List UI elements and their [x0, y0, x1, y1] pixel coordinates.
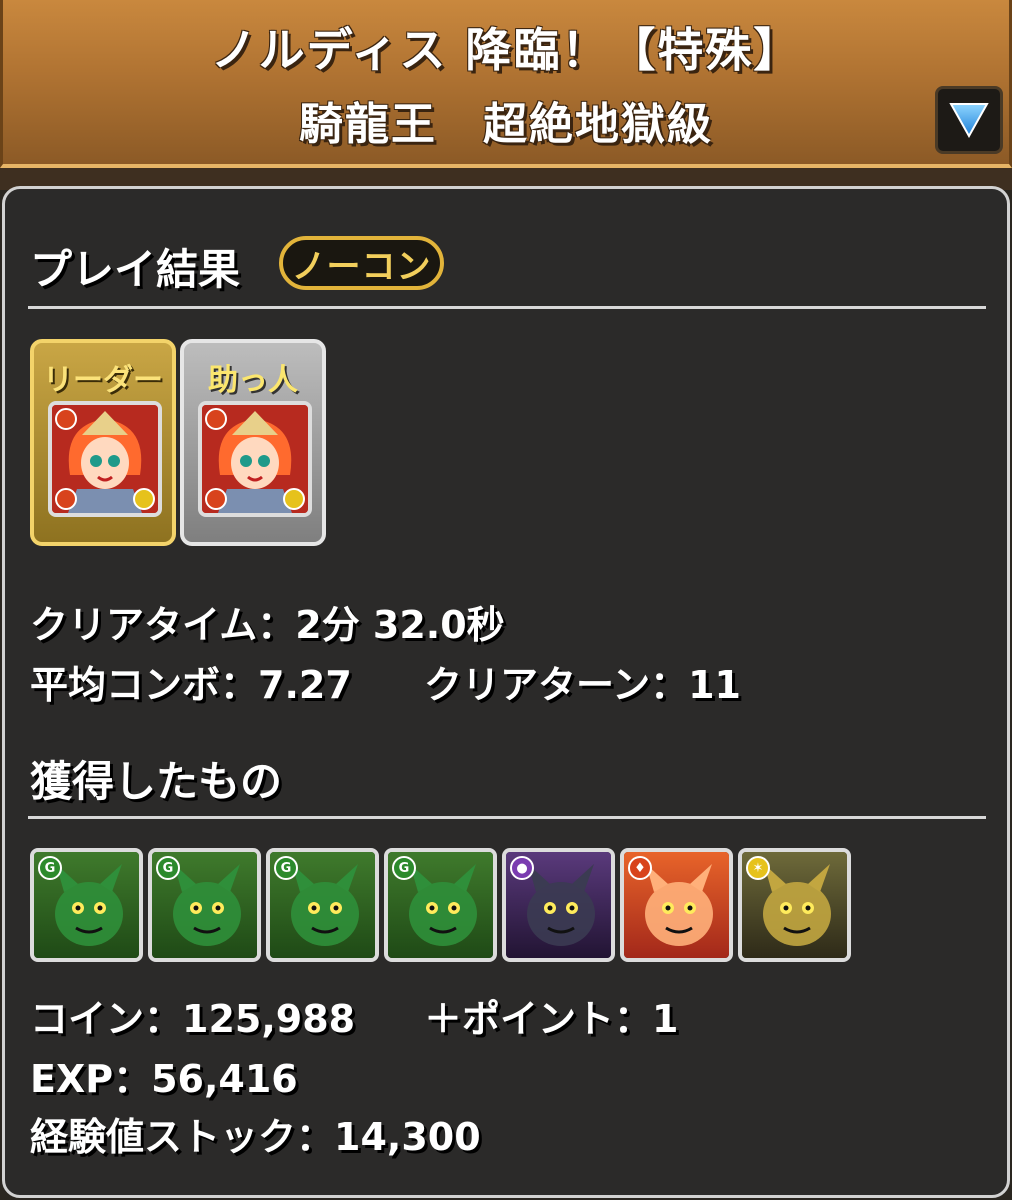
exp-total: EXP：56,416 [30, 1048, 298, 1103]
light-attribute-icon: ✶ [746, 856, 770, 880]
dungeon-header: ノルディス 降臨！【特殊】 騎龍王 超絶地獄級 [0, 0, 1012, 168]
exp-label: EXP： [30, 1057, 152, 1101]
average-combo-value: 7.27 [258, 663, 352, 707]
reward-monster[interactable]: ♦ [620, 848, 733, 962]
rewards-heading: 獲得したもの [30, 757, 283, 806]
exp-stock-value: 14,300 [334, 1115, 481, 1159]
triangle-down-icon [949, 103, 989, 138]
coin-total: コイン：125,988 [30, 988, 355, 1043]
leader-label: リーダー [43, 363, 163, 398]
divider [28, 306, 986, 309]
dungeon-floor-name: 騎龍王 超絶地獄級 [299, 99, 713, 150]
reward-monster[interactable]: ✶ [738, 848, 851, 962]
plus-point-total: ＋ポイント：1 [424, 988, 678, 1043]
play-result-heading: プレイ結果 [30, 245, 241, 294]
dropdown-button[interactable] [935, 86, 1003, 154]
wood-attribute-icon: G [274, 856, 298, 880]
wood-attribute-icon: G [156, 856, 180, 880]
wood-attribute-icon: G [392, 856, 416, 880]
helper-portrait [198, 401, 312, 517]
clear-time-value: 2分 32.0秒 [295, 603, 505, 647]
dark-attribute-icon: ● [510, 856, 534, 880]
exp-stock-total: 経験値ストック：14,300 [30, 1106, 481, 1161]
wood-attribute-icon: G [38, 856, 62, 880]
helper-label: 助っ人 [208, 363, 298, 398]
reward-monster[interactable]: G [384, 848, 497, 962]
plus-point-label: ＋ポイント： [424, 997, 653, 1041]
clear-turns-value: 11 [688, 663, 741, 707]
clear-turns-label: クリアターン： [424, 663, 689, 707]
helper-card[interactable]: 助っ人 [180, 339, 326, 546]
leader-portrait [48, 401, 162, 517]
exp-value: 56,416 [151, 1057, 298, 1101]
fire-attribute-icon: ♦ [628, 856, 652, 880]
average-combo-label: 平均コンボ： [30, 663, 259, 707]
exp-stock-label: 経験値ストック： [30, 1115, 335, 1159]
divider [28, 816, 986, 819]
plus-point-value: 1 [652, 997, 679, 1041]
clear-turns: クリアターン：11 [424, 654, 741, 709]
leader-card[interactable]: リーダー [30, 339, 176, 546]
average-combo: 平均コンボ：7.27 [30, 654, 352, 709]
red-haired-knight-icon [202, 405, 308, 513]
reward-monster[interactable]: G [266, 848, 379, 962]
clear-time: クリアタイム：2分 32.0秒 [30, 594, 505, 649]
red-haired-knight-icon [52, 405, 158, 513]
coin-value: 125,988 [182, 997, 356, 1041]
reward-monster[interactable]: ● [502, 848, 615, 962]
reward-monster[interactable]: G [30, 848, 143, 962]
dungeon-title: ノルディス 降臨！【特殊】 [210, 23, 802, 77]
coin-label: コイン： [30, 997, 183, 1041]
reward-monster[interactable]: G [148, 848, 261, 962]
no-continue-badge: ノーコン [279, 236, 444, 290]
clear-time-label: クリアタイム： [30, 603, 296, 647]
